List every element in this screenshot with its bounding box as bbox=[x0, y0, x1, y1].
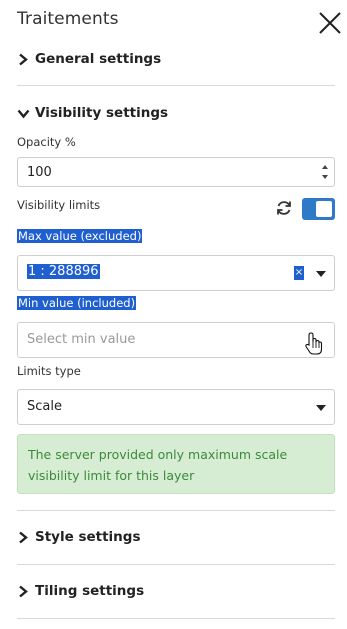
chevron-right-icon bbox=[17, 531, 30, 544]
opacity-input[interactable]: 100 bbox=[17, 157, 335, 187]
opacity-label: Opacity % bbox=[17, 135, 76, 149]
divider bbox=[17, 564, 335, 565]
visibility-limits-label: Visibility limits bbox=[17, 198, 101, 212]
visibility-limits-toggle[interactable] bbox=[302, 198, 335, 220]
section-label: Visibility settings bbox=[35, 105, 169, 121]
min-value-select[interactable]: Select min value bbox=[17, 322, 335, 358]
min-value-label: Min value (included) bbox=[17, 296, 137, 310]
limits-type-value: Scale bbox=[27, 399, 62, 414]
divider bbox=[17, 510, 335, 511]
opacity-value: 100 bbox=[27, 165, 52, 180]
opacity-stepper[interactable] bbox=[318, 160, 332, 184]
section-style-settings[interactable]: Style settings bbox=[17, 526, 141, 548]
section-general-settings[interactable]: General settings bbox=[17, 48, 161, 70]
chevron-down-icon bbox=[316, 405, 326, 411]
divider bbox=[17, 618, 335, 619]
clear-max-button[interactable]: × bbox=[294, 266, 304, 280]
max-value-label: Max value (excluded) bbox=[17, 229, 143, 243]
max-value-select[interactable]: 1 : 288896 × bbox=[17, 255, 335, 291]
refresh-icon[interactable] bbox=[275, 199, 293, 217]
toggle-knob bbox=[316, 201, 332, 217]
chevron-down-icon bbox=[316, 271, 326, 277]
close-icon[interactable] bbox=[318, 11, 342, 35]
panel-header: Traitements bbox=[0, 0, 347, 42]
divider bbox=[17, 85, 335, 86]
chevron-right-icon bbox=[17, 53, 30, 66]
section-tiling-settings[interactable]: Tiling settings bbox=[17, 580, 144, 602]
info-message: The server provided only maximum scale v… bbox=[17, 434, 335, 494]
min-value-placeholder: Select min value bbox=[27, 332, 136, 347]
limits-type-select[interactable]: Scale bbox=[17, 389, 335, 425]
section-label: General settings bbox=[35, 51, 162, 67]
max-value-selected: 1 : 288896 bbox=[27, 264, 100, 279]
chevron-down-icon bbox=[17, 107, 30, 120]
limits-type-label: Limits type bbox=[17, 364, 81, 378]
section-label: Tiling settings bbox=[35, 583, 145, 599]
section-visibility-settings[interactable]: Visibility settings bbox=[17, 102, 168, 124]
section-label: Style settings bbox=[35, 529, 141, 545]
chevron-right-icon bbox=[17, 585, 30, 598]
panel-title: Traitements bbox=[17, 9, 119, 29]
hand-cursor-icon bbox=[303, 331, 323, 357]
